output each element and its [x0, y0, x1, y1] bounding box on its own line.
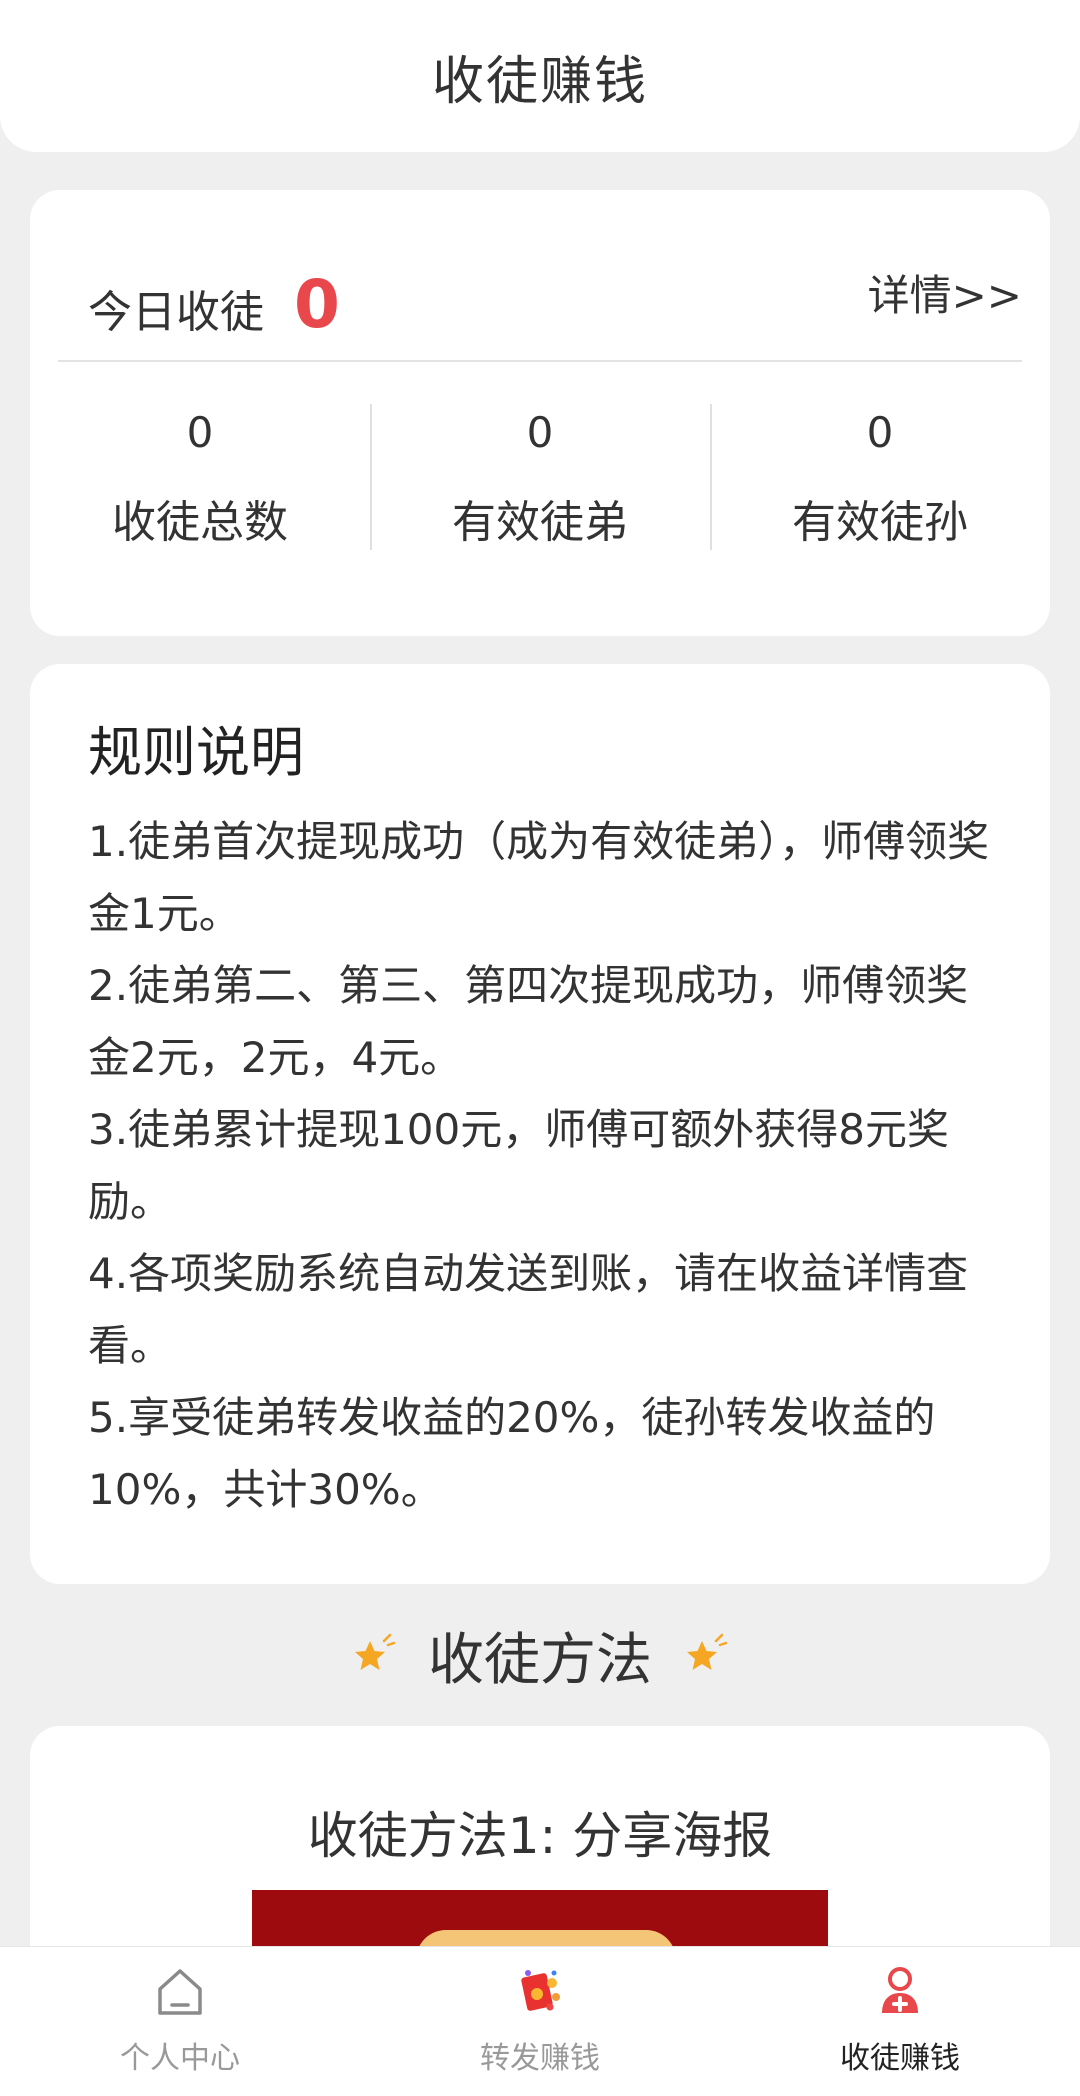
method-title: 收徒方法1: 分享海报	[307, 1807, 773, 1865]
rules-title: 规则说明	[88, 721, 304, 784]
rules-list: 1.徒弟首次提现成功（成为有效徒弟），师傅领奖金1元。 2.徒弟第二、第三、第四…	[88, 806, 1000, 1526]
star-icon	[355, 1633, 396, 1670]
methods-heading-text: 收徒方法	[428, 1627, 652, 1693]
stat-value: 0	[866, 408, 894, 457]
tab-label: 转发赚钱	[480, 2041, 600, 2076]
stat-valid-grand-apprentices: 0 有效徒孙	[710, 404, 1050, 550]
stat-value: 0	[526, 408, 554, 457]
stats-card: 今日收徒 0 详情>> 0 收徒总数 0 有效徒弟 0 有效徒孙	[30, 190, 1050, 636]
today-recruits-label: 今日收徒	[88, 287, 264, 338]
rule-item: 4.各项奖励系统自动发送到账，请在收益详情查看。	[88, 1249, 969, 1370]
tab-personal-center[interactable]: 个人中心	[0, 1947, 360, 2096]
tab-recruit-earn[interactable]: 收徒赚钱	[720, 1947, 1080, 2096]
divider	[58, 360, 1022, 362]
bottom-tab-bar: 个人中心 转发赚钱 收徒赚钱	[0, 1946, 1080, 2096]
stat-total-recruits: 0 收徒总数	[30, 404, 370, 550]
rule-item: 2.徒弟第二、第三、第四次提现成功，师傅领奖金2元，2元，4元。	[88, 961, 969, 1082]
stat-label: 有效徒孙	[792, 497, 968, 548]
rules-card: 规则说明 1.徒弟首次提现成功（成为有效徒弟），师傅领奖金1元。 2.徒弟第二、…	[30, 664, 1050, 1584]
today-recruits-value: 0	[294, 266, 340, 343]
home-icon	[158, 1969, 202, 2015]
star-icon	[687, 1633, 728, 1670]
red-packet-icon	[521, 1970, 560, 2011]
tab-share-earn[interactable]: 转发赚钱	[360, 1947, 720, 2096]
stats-row: 0 收徒总数 0 有效徒弟 0 有效徒孙	[30, 404, 1050, 550]
tab-label: 个人中心	[120, 2041, 240, 2076]
stat-label: 收徒总数	[112, 497, 288, 548]
rule-item: 1.徒弟首次提现成功（成为有效徒弟），师傅领奖金1元。	[88, 817, 990, 938]
rule-item: 3.徒弟累计提现100元，师傅可额外获得8元奖励。	[88, 1105, 949, 1226]
rule-item: 5.享受徒弟转发收益的20%，徒孙转发收益的10%，共计30%。	[88, 1393, 936, 1514]
stat-label: 有效徒弟	[452, 497, 628, 548]
details-link[interactable]: 详情>>	[868, 262, 1022, 323]
stat-value: 0	[186, 408, 214, 457]
methods-heading: 收徒方法	[0, 1610, 1080, 1700]
tab-label: 收徒赚钱	[840, 2041, 960, 2076]
app-header: 收徒赚钱	[0, 0, 1080, 152]
add-person-icon	[882, 1967, 918, 2013]
stat-valid-apprentices: 0 有效徒弟	[370, 404, 710, 550]
page-title: 收徒赚钱	[431, 51, 648, 112]
